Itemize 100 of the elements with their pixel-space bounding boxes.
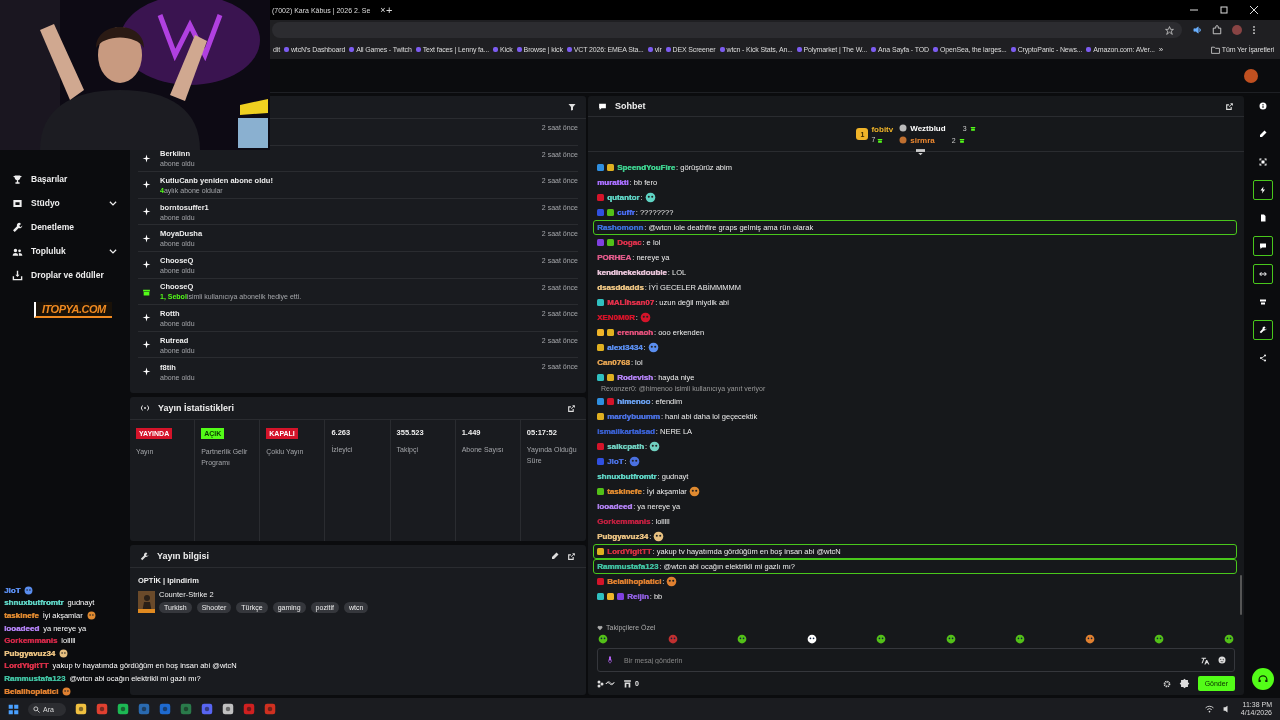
chat-username[interactable]: cuffr [617, 208, 635, 217]
wrench-icon [12, 221, 23, 233]
filter-icon[interactable] [568, 103, 576, 111]
chat-username[interactable]: qutantor [607, 193, 640, 202]
menu-icon[interactable] [1252, 25, 1256, 35]
help-button[interactable] [1252, 668, 1274, 690]
nav-item[interactable]: Başarılar [12, 167, 130, 191]
settings-icon[interactable] [1162, 679, 1171, 688]
link-button[interactable] [1253, 264, 1273, 284]
stack-icon [1259, 298, 1267, 306]
chat-button[interactable] [1253, 236, 1273, 256]
heart-icon [597, 624, 603, 631]
chat-username[interactable]: SpeendYouFire [617, 163, 676, 172]
chat-username[interactable]: Reijin [627, 592, 649, 601]
trophy-icon [12, 173, 23, 185]
chat-username[interactable]: LordYigitTT [607, 547, 652, 556]
chat-username[interactable]: shnuxbutfromtr [597, 472, 657, 481]
leader-name: sirmra [910, 135, 935, 145]
sound-icon[interactable] [1192, 25, 1202, 35]
tab-close-button[interactable]: × [380, 5, 386, 15]
windows-icon[interactable] [8, 703, 19, 715]
panel-title: Yayın İstatistikleri [158, 403, 235, 413]
emote-icon[interactable] [1084, 634, 1095, 644]
app-icon[interactable] [221, 703, 234, 715]
chat-username[interactable]: Belalihoplatici [607, 577, 662, 586]
chat-username[interactable]: himenoo [617, 397, 651, 406]
emote-icon[interactable] [1154, 634, 1165, 644]
chat-username[interactable]: alexi3434 [607, 343, 643, 352]
infinity-icon[interactable] [597, 679, 615, 688]
nav-item[interactable]: Droplar ve ödüller [12, 263, 130, 287]
restore-icon[interactable] [1220, 6, 1228, 14]
bookmark-icon [1010, 47, 1016, 52]
chat-username[interactable]: muratkti [597, 178, 629, 187]
chat-username: Gorkemmanis [4, 636, 58, 646]
store-icon[interactable] [623, 679, 632, 688]
pencil-icon[interactable] [551, 552, 559, 560]
sparkle-icon [142, 367, 151, 377]
bolt-button[interactable] [1253, 180, 1273, 200]
chat-username[interactable]: dsasddadds [597, 283, 644, 292]
close-icon[interactable] [1250, 6, 1258, 14]
chat-username[interactable]: Rodevish [617, 373, 653, 382]
chat-username[interactable]: Pubgyavuz34 [597, 532, 649, 541]
chat-username[interactable]: JloT [607, 457, 624, 466]
chat-username[interactable]: looadeed [597, 502, 633, 511]
chat-username[interactable]: Rammustafa123 [597, 562, 659, 571]
link-icon [1259, 270, 1267, 278]
chat-username[interactable]: taskinefe [607, 487, 642, 496]
gift-icon [877, 136, 884, 143]
emote-icon[interactable] [876, 634, 887, 644]
chat-username[interactable]: ismailkartalsad [597, 427, 655, 436]
smiley-icon[interactable] [1218, 656, 1226, 664]
wrench-icon [1259, 326, 1267, 334]
nav-item[interactable]: Denetleme [12, 215, 130, 239]
chat-icon [1259, 242, 1267, 250]
chat-username[interactable]: kendinekekdouble [597, 268, 667, 277]
live-signal-icon [140, 404, 150, 412]
chat-username[interactable]: Can0768 [597, 358, 630, 367]
chat-username[interactable]: mardybuumm [607, 412, 660, 421]
microphone-icon[interactable] [606, 655, 614, 665]
download-icon [12, 269, 23, 281]
wrench-button[interactable] [1253, 320, 1273, 340]
collapse-icon[interactable] [916, 149, 925, 156]
app-icon[interactable] [74, 703, 87, 715]
new-tab-button[interactable]: + [386, 4, 393, 16]
chat-username[interactable]: XEN0M0R [597, 313, 635, 322]
bookmark-icon [415, 47, 421, 52]
chat-username[interactable]: PORHEA [597, 253, 632, 262]
bookmark-icon [932, 47, 938, 52]
bookmark-icon [516, 47, 522, 52]
popout-icon[interactable] [567, 403, 576, 413]
chat-username: Pubgyavuz34 [4, 648, 56, 658]
badge-settings-icon[interactable] [1178, 678, 1190, 689]
emote-icon[interactable] [806, 634, 817, 644]
chat-username: taskinefe [4, 611, 39, 620]
chat-username[interactable]: Rashomonn [597, 223, 644, 232]
emote-icon[interactable] [737, 634, 748, 644]
more-bookmarks-button[interactable]: » [1158, 45, 1164, 54]
scan-icon [1259, 158, 1267, 166]
minimize-icon[interactable] [1190, 6, 1198, 14]
chat-username[interactable]: saikcpath [607, 442, 644, 451]
chat-username[interactable]: Dogac [617, 238, 642, 247]
emote-icon[interactable] [945, 634, 956, 644]
share-icon [1259, 354, 1267, 362]
document-icon [1259, 214, 1267, 222]
emote-icon[interactable] [598, 634, 608, 644]
user-avatar[interactable] [1244, 68, 1258, 83]
app-icon[interactable] [116, 703, 129, 715]
popout-icon[interactable] [1225, 101, 1234, 111]
sparkle-icon [142, 233, 151, 243]
popout-icon[interactable] [567, 551, 576, 561]
nav-item[interactable]: Stüdyo [12, 191, 130, 215]
star-icon[interactable] [1165, 25, 1174, 35]
chat-username[interactable]: erennaoh [617, 328, 653, 337]
emote-icon[interactable] [1223, 634, 1234, 644]
nav-item[interactable]: Topluluk [12, 239, 130, 263]
translate-icon[interactable] [1201, 655, 1210, 665]
chat-username[interactable]: MALİhsan07 [607, 298, 655, 307]
emote-icon[interactable] [1015, 634, 1026, 644]
scrollbar[interactable] [1240, 575, 1242, 615]
chat-username: shnuxbutfromtr [4, 598, 64, 608]
